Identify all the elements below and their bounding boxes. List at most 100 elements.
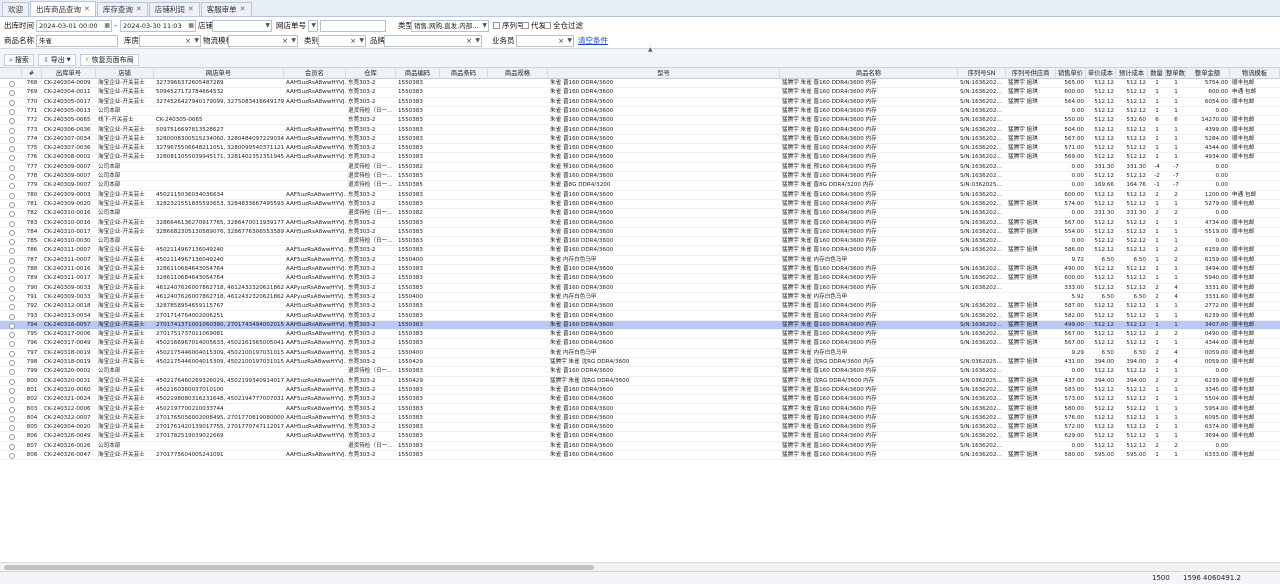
row-radio[interactable] bbox=[9, 415, 15, 422]
row-radio[interactable] bbox=[9, 360, 15, 366]
chevron-down-icon[interactable]: ▼ bbox=[359, 36, 364, 46]
row-radio[interactable] bbox=[9, 136, 15, 143]
table-row[interactable]: 772 CK-240305-0065 线下-开关芸士 CK-240305-0065 东莞… bbox=[0, 116, 1280, 126]
table-row[interactable]: 788 CK-240311-0016 淘宝企业-开关芸士 32861106846430… bbox=[0, 265, 1280, 275]
row-radio[interactable] bbox=[9, 453, 15, 459]
row-radio[interactable] bbox=[9, 192, 15, 199]
table-row[interactable]: 786 CK-240311-0007 淘宝企业-开关芸士 45021149671360… bbox=[0, 246, 1280, 256]
table-row[interactable]: 779 CK-240309-0007 公司本部 退货待检（日一... 1550385 朱雀… bbox=[0, 181, 1280, 191]
table-row[interactable]: 768 CK-240304-0009 淘宝企业-开关芸士 32739663726054… bbox=[0, 79, 1280, 89]
chevron-down-icon[interactable]: ▼ bbox=[291, 36, 296, 46]
table-row[interactable]: 797 CK-240318-0019 淘宝企业-开关芸士 45021754460040… bbox=[0, 349, 1280, 358]
scrollbar-thumb[interactable] bbox=[4, 565, 594, 570]
header-col-14[interactable]: 单价成本 bbox=[1086, 68, 1116, 79]
chevron-down-icon[interactable]: ▼ bbox=[194, 36, 199, 46]
tab-3[interactable]: 店铺利润 ✕ bbox=[148, 2, 200, 16]
header-select[interactable] bbox=[0, 68, 22, 79]
header-col-17[interactable]: 整单数 bbox=[1166, 68, 1186, 79]
warehouse-select[interactable]: × ▼ bbox=[139, 35, 201, 47]
table-row[interactable]: 796 CK-240317-0049 淘宝企业-开关芸士 45021669670140… bbox=[0, 339, 1280, 349]
row-radio[interactable] bbox=[9, 164, 15, 171]
clear-icon[interactable]: × bbox=[282, 36, 288, 46]
row-radio[interactable] bbox=[9, 397, 15, 404]
table-row[interactable]: 805 CK-240304-0020 淘宝企业-开关芸士 27017614201390… bbox=[0, 423, 1280, 433]
calendar-icon[interactable]: ▦ bbox=[104, 21, 110, 31]
table-row[interactable]: 795 CK-240317-0006 淘宝企业-开关芸士 27017517370110… bbox=[0, 330, 1280, 340]
row-radio[interactable] bbox=[9, 434, 15, 441]
table-row[interactable]: 781 CK-240309-0020 淘宝企业-开关芸士 32823215518355… bbox=[0, 200, 1280, 210]
header-col-12[interactable]: 序列号供应商 bbox=[1006, 68, 1056, 79]
table-row[interactable]: 785 CK-240310-0030 公司本部 退货待检（日一... 1550383 朱雀… bbox=[0, 237, 1280, 247]
shop-order-mode-select[interactable]: ▼ bbox=[308, 20, 318, 32]
chevron-down-icon[interactable]: ▼ bbox=[482, 21, 487, 31]
product-name-input[interactable]: 朱雀 bbox=[36, 35, 118, 47]
row-radio[interactable] bbox=[9, 108, 15, 115]
table-row[interactable]: 778 CK-240309-0007 公司本部 退货待检（日一... 1550383 朱雀… bbox=[0, 172, 1280, 182]
type-select[interactable]: 销售,网购,直发,内部... ▼ bbox=[411, 20, 489, 32]
table-row[interactable]: 792 CK-240312-0018 淘宝企业-开关芸士 32878589546591… bbox=[0, 302, 1280, 312]
clear-icon[interactable]: × bbox=[185, 36, 191, 46]
table-row[interactable]: 794 CK-240316-0057 淘宝企业-开关芸士 27017413710010… bbox=[0, 320, 1280, 331]
header-index[interactable]: # bbox=[22, 68, 42, 79]
header-col-13[interactable]: 销售单价 bbox=[1056, 68, 1086, 79]
header-col-16[interactable]: 数量 bbox=[1148, 68, 1166, 79]
table-row[interactable]: 787 CK-240311-0007 淘宝企业-开关芸士 45021149671360… bbox=[0, 256, 1280, 265]
table-row[interactable]: 769 CK-240304-0011 淘宝企业-开关芸士 50945271727846… bbox=[0, 88, 1280, 98]
header-col-5[interactable]: 仓库 bbox=[346, 68, 396, 79]
row-radio[interactable] bbox=[9, 378, 15, 385]
export-button[interactable]: ⇩ 导出 ▼ bbox=[37, 54, 76, 66]
table-row[interactable]: 799 CK-240320-0002 公司本部 退货待检（日一... 1550383 朱雀… bbox=[0, 367, 1280, 377]
row-radio[interactable] bbox=[9, 174, 15, 180]
table-row[interactable]: 803 CK-240322-0006 淘宝企业-开关芸士 45021977002100… bbox=[0, 405, 1280, 414]
table-row[interactable]: 773 CK-240306-0036 淘宝企业-开关芸士 50975166978135… bbox=[0, 126, 1280, 135]
row-radio[interactable] bbox=[9, 387, 15, 394]
date-from-input[interactable]: 2024-03-01 00:00 ▦ bbox=[36, 20, 112, 32]
chevron-down-icon[interactable]: ▼ bbox=[311, 21, 316, 31]
header-col-18[interactable]: 整单金额 bbox=[1186, 68, 1230, 79]
row-radio[interactable] bbox=[9, 313, 15, 320]
table-row[interactable]: 791 CK-240309-0033 淘宝企业-开关芸士 46124076260078… bbox=[0, 293, 1280, 303]
table-row[interactable]: 774 CK-240307-0034 淘宝企业-开关芸士 32800083005152… bbox=[0, 135, 1280, 145]
row-radio[interactable] bbox=[9, 425, 15, 432]
table-row[interactable]: 770 CK-240305-0017 淘宝企业-开关芸士 32745264279401… bbox=[0, 98, 1280, 107]
table-row[interactable]: 783 CK-240310-0016 淘宝企业-开关芸士 32866461362709… bbox=[0, 219, 1280, 228]
table-row[interactable]: 804 CK-240322-0007 淘宝企业-开关芸士 27017650560020… bbox=[0, 414, 1280, 424]
row-radio[interactable] bbox=[9, 257, 15, 264]
shop-select[interactable]: ▼ bbox=[212, 20, 272, 32]
table-row[interactable]: 782 CK-240310-0016 公司本部 退货待检（日一... 1550382 朱雀… bbox=[0, 209, 1280, 219]
table-row[interactable]: 771 CK-240305-0013 公司本部 退货待检（日一... 1550383 朱雀… bbox=[0, 107, 1280, 117]
row-radio[interactable] bbox=[9, 211, 15, 218]
table-row[interactable]: 808 CK-240326-0047 淘宝企业-开关芸士 27017756040052… bbox=[0, 451, 1280, 461]
table-row[interactable]: 780 CK-240309-0003 淘宝企业-开关芸士 45021150360340… bbox=[0, 191, 1280, 200]
table-row[interactable]: 790 CK-240309-0033 淘宝企业-开关芸士 46124076260078… bbox=[0, 284, 1280, 293]
row-radio[interactable] bbox=[9, 127, 15, 134]
header-col-19[interactable]: 物流模板 bbox=[1230, 68, 1280, 79]
row-radio[interactable] bbox=[9, 267, 15, 273]
horizontal-scrollbar[interactable] bbox=[0, 562, 1280, 571]
clear-icon[interactable]: × bbox=[558, 36, 564, 46]
row-radio[interactable] bbox=[9, 183, 15, 190]
table-row[interactable]: 802 CK-240321-0024 淘宝企业-开关芸士 45021980803162… bbox=[0, 395, 1280, 405]
close-icon[interactable]: ✕ bbox=[84, 3, 90, 16]
tab-2[interactable]: 库存查询 ✕ bbox=[96, 2, 148, 16]
row-radio[interactable] bbox=[9, 201, 15, 208]
agent-checkbox[interactable] bbox=[522, 22, 529, 29]
row-radio[interactable] bbox=[9, 276, 15, 283]
serial-checkbox[interactable] bbox=[493, 22, 500, 29]
logistics-select[interactable]: × ▼ bbox=[228, 35, 298, 47]
row-radio[interactable] bbox=[9, 304, 15, 311]
table-row[interactable]: 777 CK-240309-0007 公司本部 退货待检（日一... 1550382 朱雀… bbox=[0, 163, 1280, 172]
salesman-select[interactable]: × ▼ bbox=[516, 35, 574, 47]
header-col-15[interactable]: 预计成本 bbox=[1116, 68, 1148, 79]
header-col-4[interactable]: 会员名 bbox=[284, 68, 346, 79]
close-icon[interactable]: ✕ bbox=[136, 3, 142, 16]
row-radio[interactable] bbox=[9, 99, 15, 106]
chevron-down-icon[interactable]: ▼ bbox=[265, 21, 270, 31]
table-row[interactable]: 806 CK-240326-0049 淘宝企业-开关芸士 27017825190390… bbox=[0, 432, 1280, 442]
row-radio[interactable] bbox=[9, 248, 15, 255]
row-radio[interactable] bbox=[9, 294, 15, 301]
header-col-6[interactable]: 商品编码 bbox=[396, 68, 440, 79]
row-radio[interactable] bbox=[9, 406, 15, 413]
row-radio[interactable] bbox=[9, 239, 15, 246]
tab-0[interactable]: 欢迎 bbox=[2, 2, 29, 16]
